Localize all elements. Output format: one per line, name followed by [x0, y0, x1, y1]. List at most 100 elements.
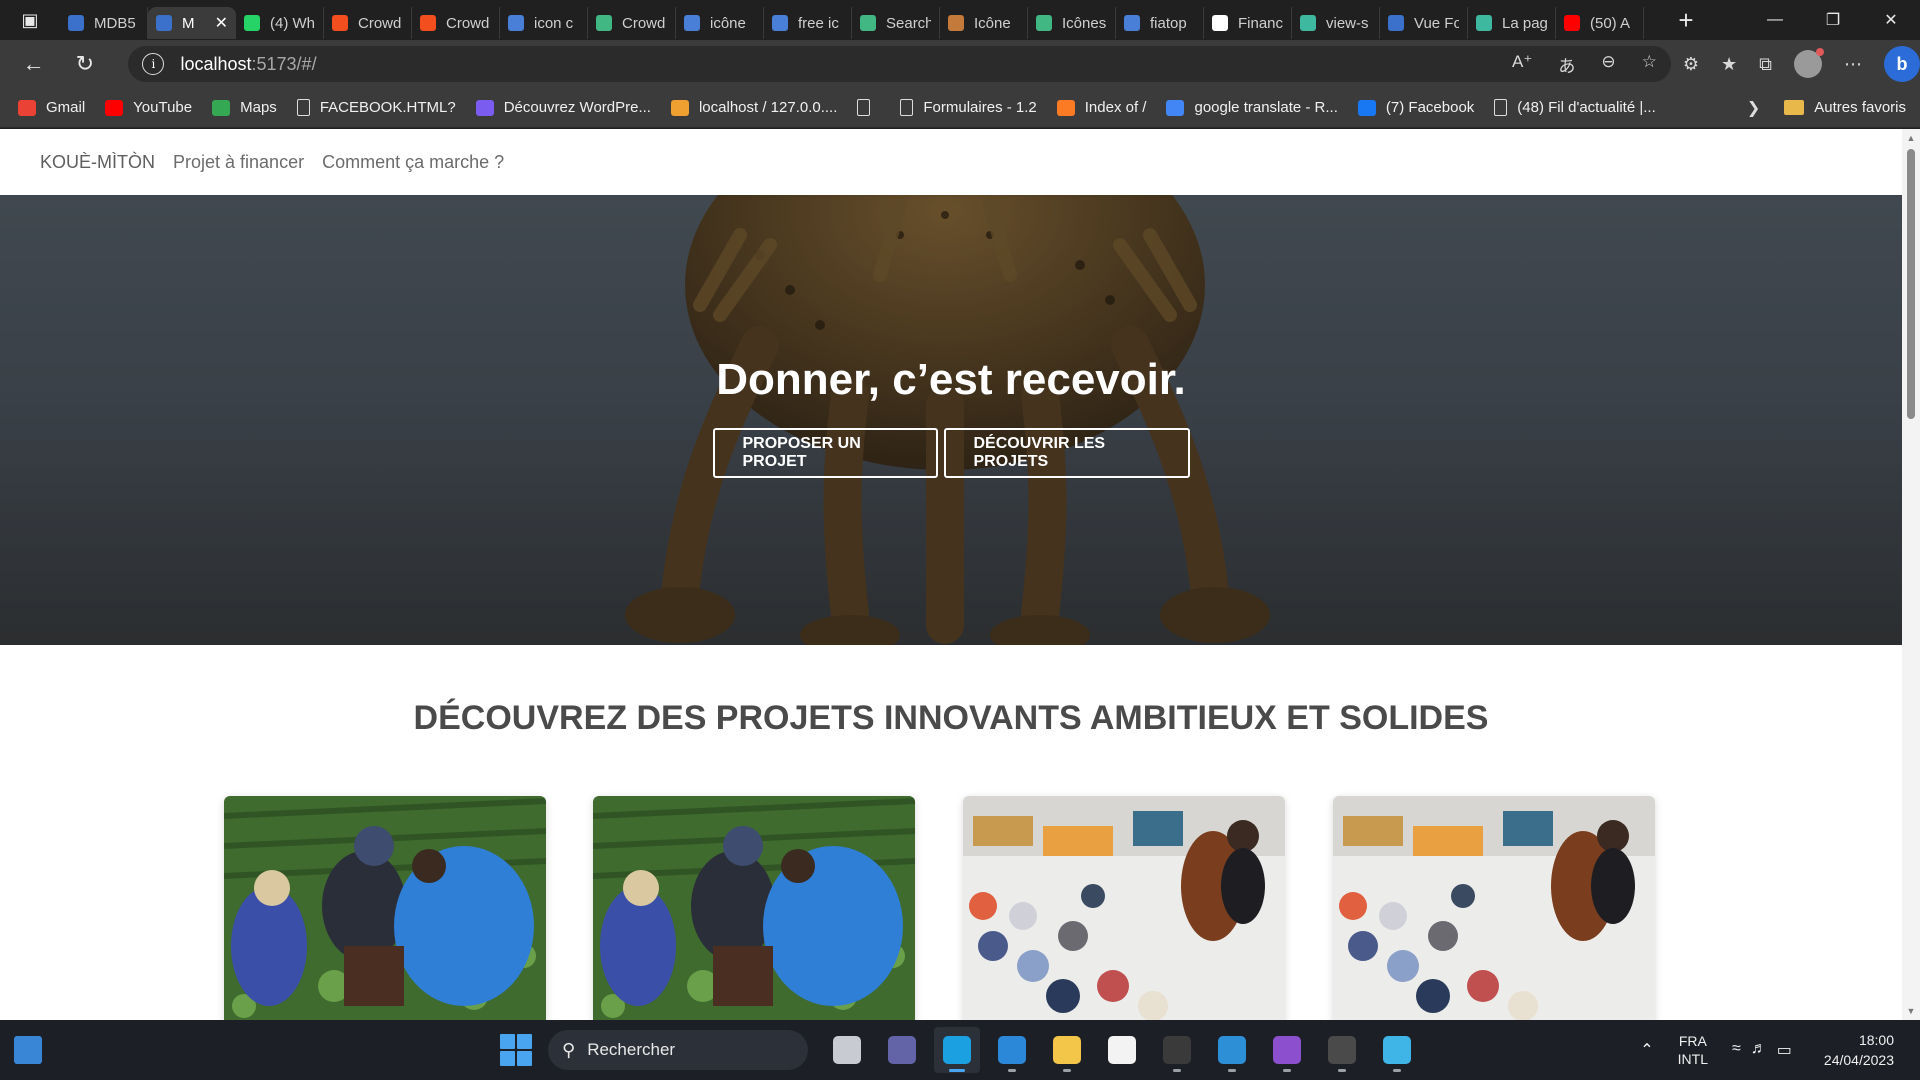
bookmark-item[interactable]: Gmail — [18, 99, 85, 116]
bookmark-label: Maps — [240, 99, 277, 116]
browser-tab[interactable]: (50) A — [1556, 7, 1644, 39]
bookmark-item[interactable]: Formulaires - 1.2 — [900, 99, 1037, 116]
browser-tab[interactable]: (4) Wh — [236, 7, 324, 39]
project-image-farmers — [593, 796, 915, 1020]
start-menu-icon[interactable] — [500, 1034, 532, 1066]
browser-tab[interactable]: view-s — [1292, 7, 1380, 39]
bookmark-item[interactable]: Maps — [212, 99, 277, 116]
browser-tab[interactable]: Icône — [940, 7, 1028, 39]
bookmark-item[interactable]: (7) Facebook — [1357, 99, 1474, 116]
other-favorites-label: Autres favoris — [1814, 99, 1906, 116]
new-tab-button[interactable]: + — [1666, 5, 1706, 36]
terminal-app-icon[interactable] — [1154, 1027, 1200, 1073]
close-window-icon[interactable]: ✕ — [1862, 0, 1920, 40]
browser-tab[interactable]: M ✕ — [148, 7, 236, 39]
notepad-app-icon[interactable] — [1374, 1027, 1420, 1073]
scroll-up-arrow-icon[interactable]: ▲ — [1906, 133, 1916, 143]
propose-project-button[interactable]: PROPOSER UN PROJET — [712, 428, 938, 478]
scroll-down-arrow-icon[interactable]: ▼ — [1906, 1006, 1916, 1016]
tab-actions-icon[interactable]: ▣ — [0, 0, 60, 40]
favorites-icon[interactable]: ★ — [1721, 54, 1737, 75]
hero-overlay — [0, 195, 1902, 645]
task-view-app-icon[interactable] — [824, 1027, 870, 1073]
bookmarks-bar: Gmail YouTube Maps FACEBOOK.HTML? Découvrez … — [0, 88, 1920, 128]
show-hidden-icons-chevron-icon[interactable]: ⌃ — [1640, 1040, 1653, 1060]
reload-icon[interactable]: ↻ — [59, 40, 110, 88]
collections-icon[interactable]: ⧉ — [1759, 54, 1772, 75]
bookmark-favicon-icon — [1357, 99, 1376, 116]
scrollbar-thumb[interactable] — [1907, 149, 1915, 419]
bookmark-item[interactable]: (48) Fil d'actualité |... — [1494, 99, 1656, 116]
browser-tab[interactable]: icon c — [500, 7, 588, 39]
extensions-icon[interactable]: ⚙ — [1683, 54, 1699, 75]
discover-projects-button[interactable]: DÉCOUVRIR LES PROJETS — [943, 428, 1190, 478]
clock-date: 24/04/2023 — [1823, 1052, 1894, 1068]
bookmark-item[interactable]: FACEBOOK.HTML? — [296, 99, 456, 116]
tab-label: Vue Fo — [1414, 14, 1459, 32]
browser-tab[interactable]: Icônes — [1028, 7, 1116, 39]
project-card-2[interactable] — [593, 796, 915, 1020]
more-bookmarks-chevron-icon[interactable]: ❯ — [1747, 98, 1760, 118]
bookmark-label: localhost / 127.0.0.... — [698, 99, 838, 116]
bookmark-item[interactable]: localhost / 127.0.0.... — [670, 99, 838, 116]
restore-icon[interactable]: ❐ — [1804, 0, 1862, 40]
bookmark-item[interactable]: Index of / — [1056, 99, 1147, 116]
project-card-1[interactable] — [224, 796, 546, 1020]
browser-tab[interactable]: Vue Fo — [1380, 7, 1468, 39]
browser-tab[interactable]: free ic — [764, 7, 852, 39]
browser-tab[interactable]: Crowd — [588, 7, 676, 39]
add-favorite-icon[interactable]: ☆ — [1642, 52, 1657, 77]
tab-label: Crowd — [358, 14, 402, 32]
project-card-3[interactable] — [963, 796, 1285, 1020]
browser-tab[interactable]: La pag — [1468, 7, 1556, 39]
brand-link[interactable]: KOUÈ-MÌTÒN — [40, 152, 155, 173]
browser-tab[interactable]: MDB5 — [60, 7, 148, 39]
back-arrow-icon[interactable]: ← — [8, 40, 59, 88]
site-info-icon[interactable]: i — [142, 53, 165, 75]
browser-tab[interactable]: fiatop — [1116, 7, 1204, 39]
zoom-icon[interactable]: ⊖ — [1601, 52, 1615, 77]
edge-app-icon[interactable] — [934, 1027, 980, 1073]
browser-tab[interactable]: Crowd — [324, 7, 412, 39]
mail-app-icon[interactable] — [989, 1027, 1035, 1073]
browser-tab[interactable]: Financ — [1204, 7, 1292, 39]
browser-tab[interactable]: Crowd — [412, 7, 500, 39]
tab-close-icon[interactable]: ✕ — [215, 13, 228, 33]
volume-icon[interactable]: ♬ — [1751, 1040, 1767, 1060]
bookmark-item[interactable]: YouTube — [105, 99, 192, 116]
read-aloud-icon[interactable]: A⁺ — [1512, 52, 1532, 77]
project-card-4[interactable] — [1333, 796, 1655, 1020]
teams-app-icon[interactable] — [879, 1027, 925, 1073]
bookmark-item[interactable]: google translate - R... — [1166, 99, 1338, 116]
nav-link-projects[interactable]: Projet à financer — [173, 152, 304, 173]
other-favorites-folder[interactable]: Autres favoris — [1784, 99, 1906, 116]
address-bar[interactable]: i localhost:5173/#/ A⁺ あ ⊖ ☆ — [128, 46, 1671, 82]
vscode-app-icon[interactable] — [1209, 1027, 1255, 1073]
taskbar-search[interactable]: ⚲ Rechercher — [548, 1030, 808, 1070]
bookmark-item[interactable] — [857, 99, 880, 116]
more-menu-icon[interactable]: ⋯ — [1844, 54, 1862, 75]
profile-avatar[interactable] — [1793, 48, 1824, 78]
browser-tab[interactable]: icône — [676, 7, 764, 39]
battery-icon[interactable]: ▭ — [1777, 1040, 1792, 1060]
clock[interactable]: 18:00 24/04/2023 — [1824, 1030, 1894, 1070]
bing-chat-icon[interactable]: b — [1883, 46, 1920, 82]
wifi-icon[interactable]: ≈ — [1732, 1040, 1741, 1060]
tab-label: fiatop — [1150, 14, 1187, 32]
visual-studio-app-icon[interactable] — [1264, 1027, 1310, 1073]
minimize-icon[interactable]: — — [1746, 0, 1804, 40]
bookmark-item[interactable]: Découvrez WordPre... — [475, 99, 651, 116]
terminal-2-app-icon[interactable] — [1319, 1027, 1365, 1073]
file-explorer-icon — [1053, 1036, 1081, 1064]
bookmark-label: Index of / — [1084, 99, 1147, 116]
nav-link-how-it-works[interactable]: Comment ça marche ? — [322, 152, 504, 173]
input-language[interactable]: FRA INTL — [1678, 1032, 1708, 1068]
widgets-icon[interactable] — [14, 1036, 42, 1064]
browser-tab[interactable]: Search — [852, 7, 940, 39]
running-indicator — [1063, 1069, 1071, 1072]
tab-label: Search — [886, 14, 931, 32]
store-app-icon[interactable] — [1099, 1027, 1145, 1073]
translate-icon[interactable]: あ — [1558, 52, 1575, 77]
file-explorer-app-icon[interactable] — [1044, 1027, 1090, 1073]
page-scrollbar[interactable]: ▲ ▼ — [1902, 129, 1920, 1020]
